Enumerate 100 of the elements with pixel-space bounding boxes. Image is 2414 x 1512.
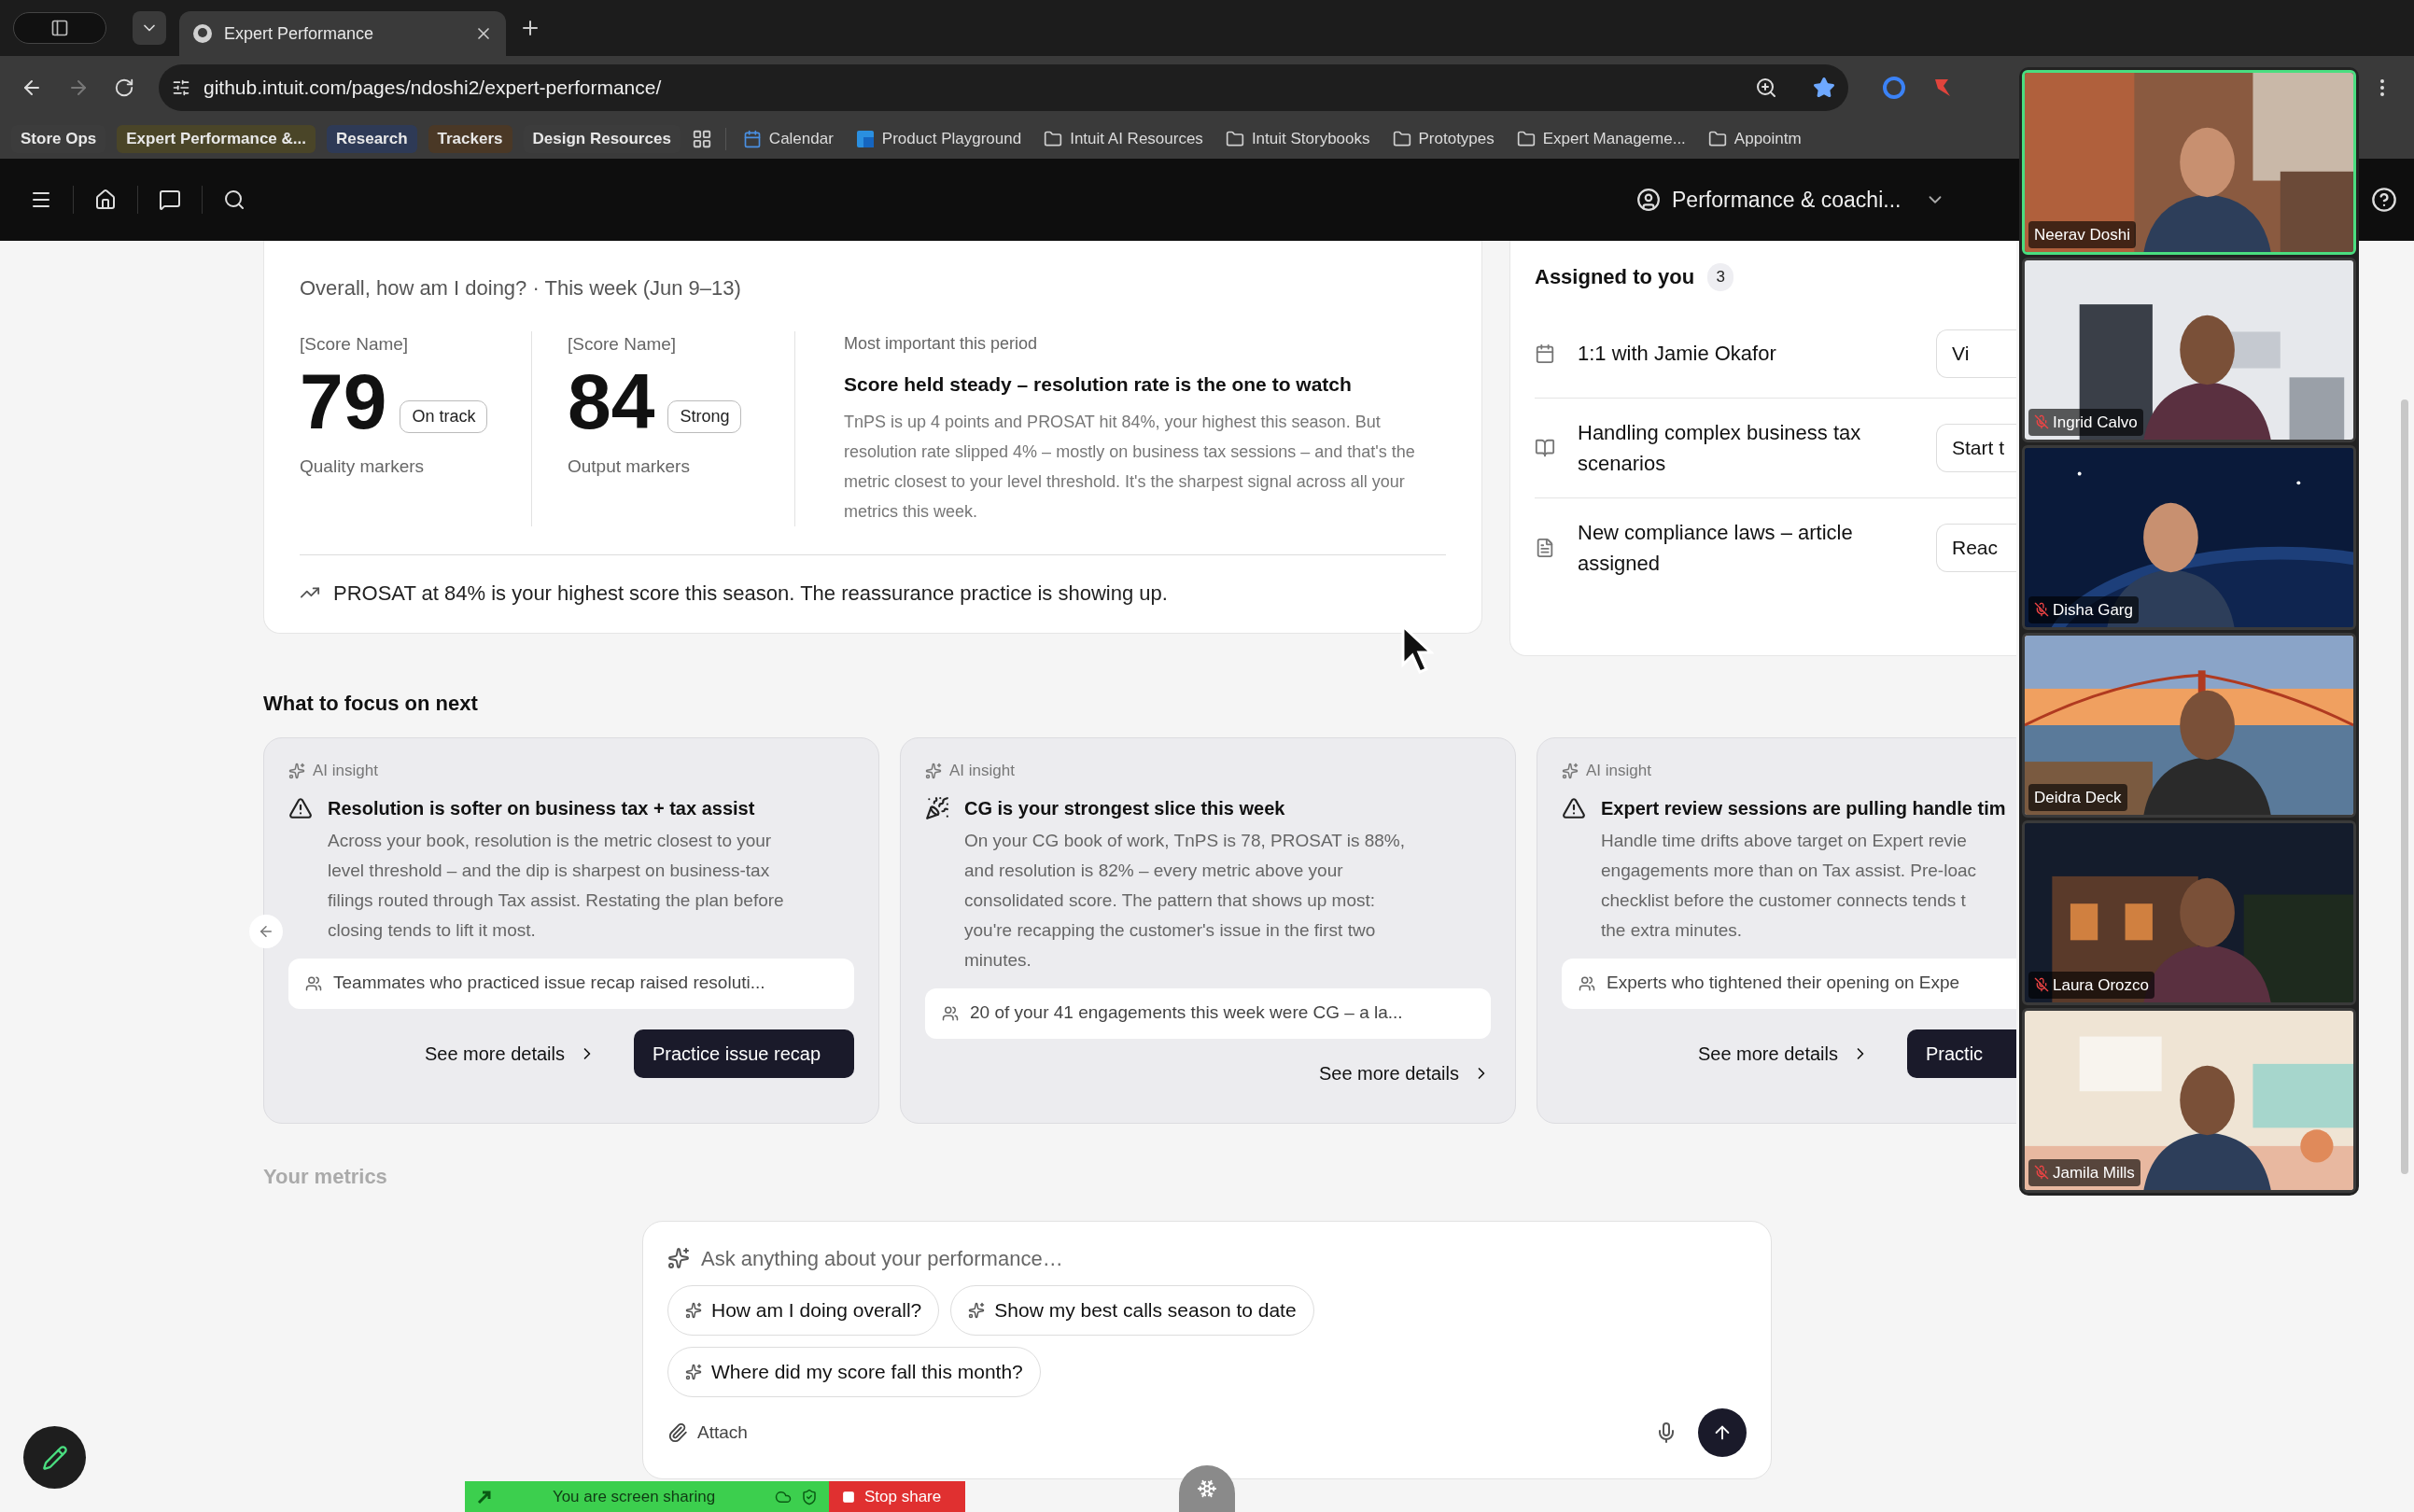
attach-button[interactable]: Attach: [667, 1419, 748, 1447]
browser-tab[interactable]: Expert Performance: [179, 11, 506, 56]
sparkle-icon: [685, 1364, 702, 1380]
score-value: 79: [300, 361, 387, 441]
score-status-badge: Strong: [667, 399, 742, 433]
user-circle-icon: [1636, 188, 1661, 212]
bookmark-link[interactable]: Prototypes: [1386, 125, 1500, 153]
folder-icon: [1225, 130, 1244, 148]
bookmark-star-icon[interactable]: [1813, 77, 1835, 99]
bookmark-link[interactable]: Appointm: [1702, 125, 1807, 153]
sparkle-icon: [1562, 762, 1579, 779]
assignment-action-button[interactable]: Start t: [1936, 424, 2016, 472]
focus-heading: What to focus on next: [263, 691, 479, 717]
share-status-text: You are screen sharing: [551, 1486, 717, 1507]
warning-icon: [288, 795, 313, 820]
calendar-icon: [1535, 343, 1555, 364]
shield-icon: [801, 1488, 818, 1505]
participant-name: Deidra Deck: [2034, 787, 2122, 808]
bookmark-link[interactable]: Calendar: [737, 125, 839, 153]
folder-icon: [1516, 130, 1536, 148]
highlight-title: Score held steady – resolution rate is the one to watch: [844, 372, 1353, 397]
suggestion-chip[interactable]: How am I doing overall?: [667, 1285, 940, 1336]
bookmark-link[interactable]: Product Playground: [849, 125, 1028, 153]
bookmark-link[interactable]: Intuit Storybooks: [1219, 125, 1376, 153]
insight-body: Handle time drifts above target on Expert revie engagements more than on Tax assist. Pre-loac checklist before the customer connects tends t the extra minutes.: [1601, 829, 1978, 942]
count-badge: 3: [1707, 262, 1734, 291]
bookmark-group-chip[interactable]: Trackers: [428, 125, 512, 153]
see-more-link[interactable]: See more details: [424, 1039, 596, 1068]
insight-tag: AI insight: [313, 759, 378, 783]
insight-body: Across your book, resolution is the metric closest to your level threshold – and the dip is sharpest on business-tax filings routed through Tax assist. Restating the plan before closing tends to lift it most.: [328, 829, 784, 942]
insight-body: On your CG book of work, TnPS is 78, PROSAT is 88%, and resolution is 82% – every metric above your consolidated score. The pattern that shows up most: you're recapping the customer's issue in the first two minutes.: [964, 829, 1406, 972]
score-caption: Quality markers: [300, 455, 426, 478]
insight-tag: AI insight: [1586, 759, 1651, 783]
people-icon: [1579, 974, 1595, 992]
see-more-link[interactable]: See more details: [1318, 1058, 1491, 1087]
sparkle-icon: [667, 1247, 690, 1269]
insight-tag: AI insight: [949, 759, 1015, 783]
folder-icon: [1392, 130, 1411, 148]
bookmark-group-chip[interactable]: Expert Performance &...: [117, 125, 316, 153]
assigned-title: Assigned to you: [1535, 264, 1695, 290]
insight-title: CG is your strongest slice this week: [964, 796, 1286, 820]
square-site-icon: [855, 130, 875, 148]
suggestion-chip[interactable]: Where did my score fall this month?: [667, 1347, 1041, 1397]
participant-name: Ingrid Calvo: [2053, 412, 2138, 433]
practice-button[interactable]: Practic: [1907, 1029, 2016, 1078]
trend-text: PROSAT at 84% is your highest score this season. The reassurance practice is showing up.: [333, 580, 1168, 607]
stop-share-button[interactable]: Stop share: [829, 1481, 965, 1512]
sidebar-icon: [50, 19, 69, 37]
practice-button[interactable]: Practice issue recap: [634, 1029, 854, 1078]
score-label: [Score Name]: [568, 333, 678, 356]
folder-icon: [1707, 130, 1727, 148]
participant-name: Disha Garg: [2053, 599, 2133, 621]
highlight-body: TnPS is up 4 points and PROSAT hit 84%, your highest this season. But resolution rate slipped 4% – mostly on business tax sessions – and that's the metric closest to your level threshold. It's the sharpest signal across all your metrics this week.: [844, 411, 1416, 523]
carousel-back-button[interactable]: [249, 915, 283, 948]
reload-icon[interactable]: [114, 77, 134, 98]
score-value: 84: [568, 361, 655, 441]
site-settings-icon: [172, 78, 190, 97]
score-label: [Score Name]: [300, 333, 410, 356]
see-more-link[interactable]: See more details: [1697, 1039, 1870, 1068]
bookmark-group-chip[interactable]: Research: [327, 125, 417, 153]
book-icon: [1535, 438, 1555, 458]
stop-icon: [842, 1490, 855, 1504]
bookmark-link[interactable]: Intuit AI Resources: [1038, 125, 1209, 153]
assignment-action-button[interactable]: Reac: [1936, 524, 2016, 572]
insight-title: Resolution is softer on business tax + tax assist: [328, 796, 756, 820]
sparkle-icon: [288, 762, 305, 779]
url-text: github.intuit.com/pages/ndoshi2/expert-performance/: [204, 76, 663, 101]
address-bar[interactable]: github.intuit.com/pages/ndoshi2/expert-performance/: [159, 64, 1848, 111]
tab-title: Expert Performance: [224, 22, 375, 45]
assignment-title: Handling complex business tax scenarios: [1578, 420, 1862, 477]
paperclip-icon: [667, 1422, 688, 1443]
score-caption: Output markers: [568, 455, 691, 478]
calendar-icon: [742, 130, 762, 148]
send-button[interactable]: [1698, 1408, 1747, 1457]
assignment-title: 1:1 with Jamie Okafor: [1578, 341, 1777, 367]
sidebar-toggle-button[interactable]: [13, 12, 106, 44]
suggestion-chip[interactable]: Show my best calls season to date: [950, 1285, 1314, 1336]
chat-icon[interactable]: [159, 189, 181, 211]
highlight-eyebrow: Most important this period: [844, 333, 1039, 355]
score-status-badge: On track: [400, 399, 488, 433]
help-icon[interactable]: [2371, 187, 2397, 213]
zoom-icon[interactable]: [1755, 77, 1777, 99]
participant-name: Laura Orozco: [2053, 974, 2149, 996]
assignment-action-button[interactable]: Vi: [1936, 329, 2016, 378]
search-icon[interactable]: [223, 189, 246, 211]
metrics-heading: Your metrics: [263, 1164, 388, 1190]
apps-grid-icon[interactable]: [691, 129, 712, 149]
party-popper-icon: [925, 795, 949, 820]
insight-note-text: 20 of your 41 engagements this week were CG – a la...: [970, 1001, 1403, 1025]
insight-note-text: Experts who tightened their opening on Expe: [1607, 972, 1960, 995]
folder-icon: [1044, 130, 1063, 148]
bookmark-link[interactable]: Expert Manageme...: [1510, 125, 1691, 153]
sparkle-icon: [685, 1302, 702, 1319]
extension-icon[interactable]: [1882, 76, 1906, 100]
people-icon: [305, 974, 322, 992]
sparkle-icon: [968, 1302, 986, 1319]
home-icon[interactable]: [94, 189, 117, 211]
site-icon: [192, 23, 213, 44]
warning-icon: [1562, 795, 1586, 820]
workspace-dropdown[interactable]: Performance & coachi...: [1636, 183, 1946, 217]
